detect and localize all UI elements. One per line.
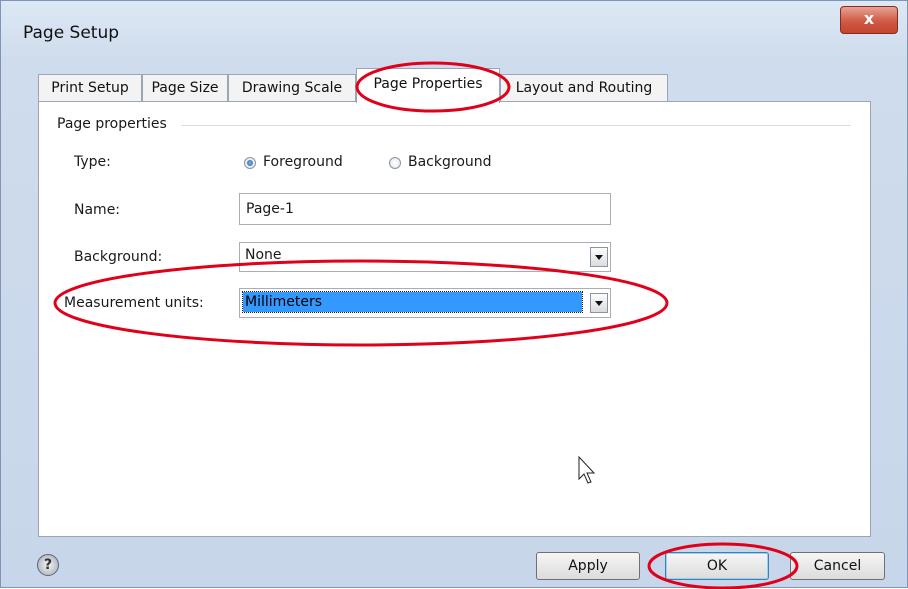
group-divider [181, 125, 851, 126]
cancel-button[interactable]: Cancel [790, 552, 885, 580]
page-setup-dialog: Page Setup x Print Setup Page Size Drawi… [0, 0, 908, 589]
background-radio[interactable] [389, 157, 401, 169]
dialog-title: Page Setup [23, 23, 120, 43]
type-label: Type: [74, 154, 111, 170]
close-icon: x [863, 9, 875, 28]
ok-button[interactable]: OK [665, 552, 769, 580]
measurement-units-select[interactable]: Millimeters [239, 288, 611, 318]
measurement-units-value: Millimeters [242, 291, 583, 313]
background-select[interactable]: None [239, 242, 611, 272]
name-label: Name: [74, 202, 121, 218]
title-bar: Page Setup x [1, 1, 907, 43]
tab-page-size[interactable]: Page Size [142, 74, 228, 102]
close-button[interactable]: x [840, 6, 898, 34]
name-field[interactable]: Page-1 [239, 193, 611, 225]
background-select-value: None [245, 247, 282, 263]
tab-drawing-scale[interactable]: Drawing Scale [228, 74, 356, 102]
measurement-units-label: Measurement units: [64, 295, 204, 311]
chevron-down-icon[interactable] [590, 293, 608, 313]
foreground-radio-label[interactable]: Foreground [263, 154, 343, 170]
group-label-page-properties: Page properties [57, 116, 173, 132]
tab-print-setup[interactable]: Print Setup [38, 74, 142, 102]
apply-button[interactable]: Apply [536, 552, 640, 580]
foreground-radio[interactable] [244, 157, 256, 169]
help-icon[interactable]: ? [37, 554, 59, 576]
background-label: Background: [74, 249, 163, 265]
tab-page-properties[interactable]: Page Properties [356, 68, 500, 103]
tab-layout-and-routing[interactable]: Layout and Routing [500, 74, 668, 102]
chevron-down-icon[interactable] [590, 247, 608, 267]
background-radio-label[interactable]: Background [408, 154, 492, 170]
